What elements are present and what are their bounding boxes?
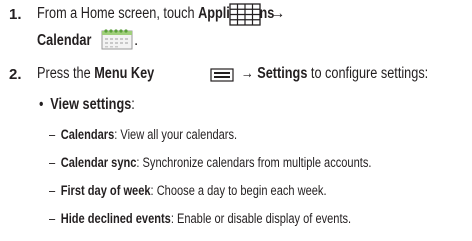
dash: – — [49, 211, 56, 226]
dash: – — [49, 155, 56, 170]
item-name: Calendars — [60, 127, 115, 142]
item-name: First day of week — [60, 183, 151, 198]
item-desc: : Enable or disable display of events. — [170, 211, 352, 226]
arrow-2: → — [241, 65, 254, 82]
menu-key-label: Menu Key — [94, 65, 155, 82]
calendar-label: Calendar — [37, 32, 92, 49]
step-2-text: Press the — [37, 65, 95, 82]
step-number-2: 2. — [9, 66, 22, 83]
view-settings-label: View settings — [50, 96, 132, 113]
calendar-icon — [101, 28, 133, 55]
step-1-line-2: Calendar — [37, 32, 103, 50]
list-item: – Calendars: View all your calendars. — [49, 127, 278, 142]
list-item: – First day of week: Choose a day to beg… — [49, 183, 387, 198]
view-settings-colon: : — [131, 96, 135, 113]
item-name: Hide declined events — [60, 211, 171, 226]
item-desc: : View all your calendars. — [114, 127, 238, 142]
view-settings-line: • View settings: — [39, 96, 156, 114]
list-item: – Calendar sync: Synchronize calendars f… — [49, 155, 442, 170]
step-2-rest: to configure settings: — [307, 65, 429, 82]
step-1-period: . — [134, 32, 139, 49]
dash: – — [49, 183, 56, 198]
bullet: • — [39, 96, 44, 113]
step-2-line-rest: → Settings to configure settings: — [241, 65, 469, 83]
step-1-text: From a Home screen, touch — [37, 5, 199, 22]
settings-label: Settings — [257, 65, 308, 82]
applications-grid-icon — [229, 3, 261, 31]
item-desc: : Choose a day to begin each week. — [150, 183, 327, 198]
menu-key-icon — [210, 68, 234, 87]
item-name: Calendar sync — [60, 155, 137, 170]
arrow-1: → — [270, 5, 286, 22]
item-desc: : Synchronize calendars from multiple ac… — [136, 155, 372, 170]
list-item: – Hide declined events: Enable or disabl… — [49, 211, 417, 226]
step-number-1: 1. — [9, 6, 22, 23]
step-2-line: Press the Menu Key — [37, 65, 180, 83]
dash: – — [49, 127, 56, 142]
